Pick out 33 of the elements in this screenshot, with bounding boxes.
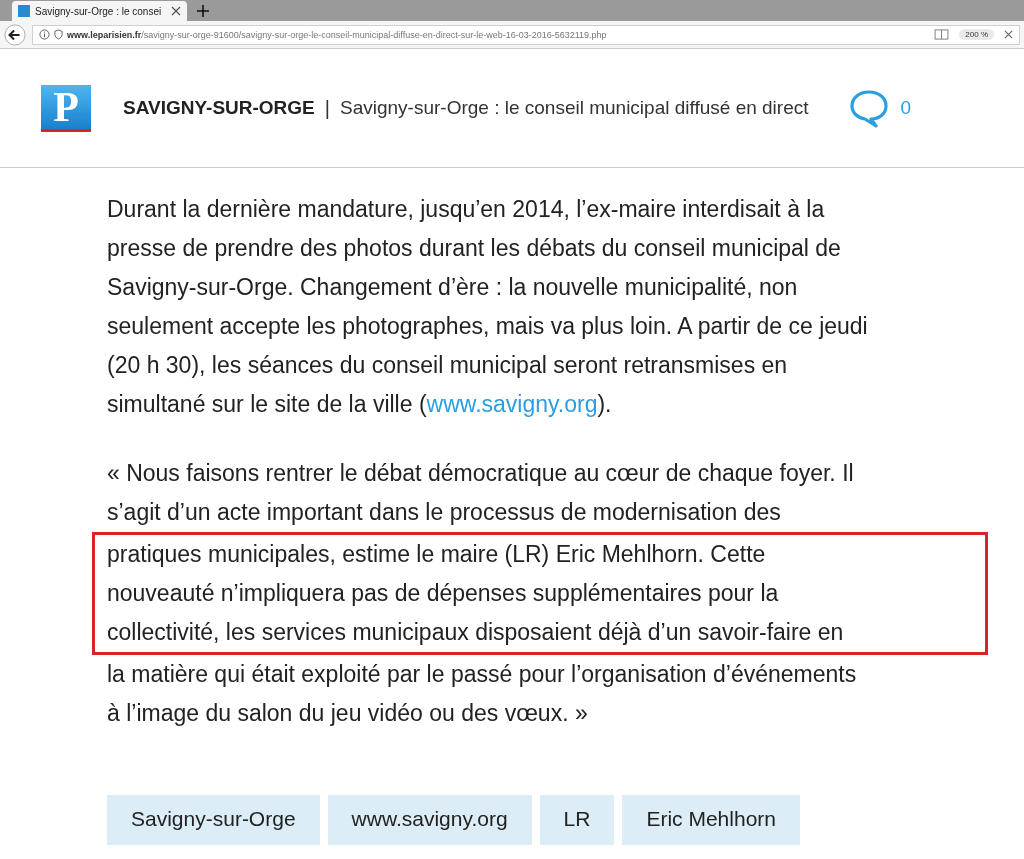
tag-chip[interactable]: Savigny-sur-Orge	[107, 795, 320, 845]
close-icon[interactable]	[171, 6, 181, 16]
section-title[interactable]: SAVIGNY-SUR-ORGE	[123, 97, 315, 119]
paragraph-line: s’agit d’un acte important dans le processus de modernisation des	[107, 498, 782, 527]
tag-chip[interactable]: LR	[539, 795, 615, 845]
paragraph-line: pratiques municipales, estime le maire (LR) Eric Mehlhorn. Cette	[107, 540, 767, 569]
paragraph-line: simultané sur le site de la ville (www.savigny.org).	[107, 390, 613, 419]
tag-chip[interactable]: www.savigny.org	[327, 795, 532, 845]
paragraph-line: collectivité, les services municipaux disposaient déjà d’un savoir-faire en	[107, 618, 845, 647]
paragraph-line: Durant la dernière mandature, jusqu’en 2014, l’ex-maire interdisait à la	[107, 195, 826, 224]
info-icon[interactable]	[39, 29, 50, 40]
article-title: Savigny-sur-Orge : le conseil municipal diffusé en direct	[340, 97, 809, 119]
shield-icon	[54, 29, 63, 40]
browser-tab[interactable]: Savigny-sur-Orge : le consei	[12, 1, 187, 21]
reader-view-icon[interactable]	[934, 29, 950, 40]
close-icon[interactable]	[1004, 30, 1013, 39]
comment-bubble-icon[interactable]	[848, 88, 889, 128]
url-text: www.leparisien.fr/savigny-sur-orge-91600/savigny-sur-orge-le-conseil-municipal-diffuse-en-direct-sur-le-web-16-03-2016-5632119.php	[67, 29, 608, 40]
paragraph-line: (20 h 30), les séances du conseil municipal seront retransmises en	[107, 351, 789, 380]
tag-chip[interactable]: Eric Mehlhorn	[622, 795, 800, 845]
address-bar[interactable]: www.leparisien.fr/savigny-sur-orge-91600/savigny-sur-orge-le-conseil-municipal-diffuse-en-direct-sur-le-web-16-03-2016-5632119.php 200 %	[32, 24, 1020, 45]
separator: |	[324, 96, 330, 120]
new-tab-icon[interactable]	[197, 5, 209, 17]
paragraph-line: à l’image du salon du jeu vidéo ou des vœux. »	[107, 699, 589, 728]
paragraph-line: la matière qui était exploité par le passé pour l’organisation d’événements	[107, 660, 858, 689]
paragraph-line: « Nous faisons rentrer le débat démocratique au cœur de chaque foyer. Il	[107, 459, 855, 488]
back-icon[interactable]	[4, 23, 26, 46]
paragraph-line: presse de prendre des photos durant les débats du conseil municipal de	[107, 234, 842, 263]
zoom-level[interactable]: 200 %	[959, 29, 994, 40]
paragraph-line: seulement accepte les photographes, mais va plus loin. A partir de ce jeudi	[107, 312, 869, 341]
favicon-icon	[18, 5, 30, 17]
paragraph-line: Savigny-sur-Orge. Changement d’ère : la nouvelle municipalité, non	[107, 273, 799, 302]
paragraph-line: nouveauté n’impliquera pas de dépenses supplémentaires pour la	[107, 579, 780, 608]
